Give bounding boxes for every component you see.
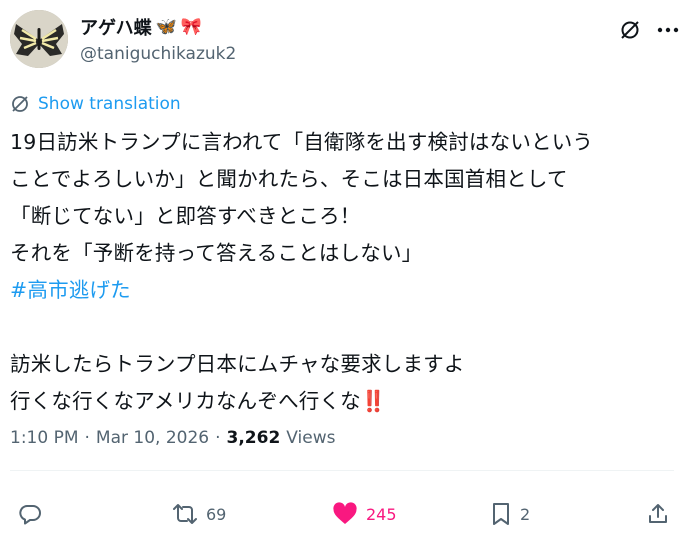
- tweet-hashtag-line: #高市逃げた: [10, 272, 674, 309]
- bookmark-count: 2: [520, 504, 531, 524]
- share-button[interactable]: [646, 494, 670, 534]
- ribbon-emoji: 🎀: [180, 17, 202, 37]
- tweet-line: それを「予断を持って答えることはしない」: [10, 241, 423, 265]
- meta-separator: ·: [84, 428, 90, 448]
- divider: [10, 470, 674, 471]
- avatar[interactable]: [10, 10, 68, 68]
- bookmark-icon: [493, 503, 509, 525]
- retweet-icon: [173, 504, 197, 524]
- user-handle[interactable]: @taniguchikazuk2: [80, 44, 236, 64]
- name-row: アゲハ蝶 🦋 🎀: [80, 14, 202, 40]
- like-count: 245: [366, 504, 397, 524]
- more-options-button[interactable]: [654, 16, 682, 44]
- hashtag-link[interactable]: #高市逃げた: [10, 278, 131, 302]
- post-time[interactable]: 1:10 PM: [10, 428, 79, 448]
- double-exclamation-emoji: ‼️: [360, 389, 387, 413]
- tweet-meta: 1:10 PM · Mar 10, 2026 · 3,262 Views: [10, 428, 335, 448]
- views-label: Views: [286, 428, 336, 448]
- bookmark-button[interactable]: 2: [490, 494, 530, 534]
- tweet-line: 「断じてない」と即答すべきところ！: [10, 204, 361, 228]
- tweet-line-text: 行くな行くなアメリカなんぞへ行くな: [10, 389, 361, 413]
- tweet-text: 19日訪米トランプに言われて「自衛隊を出す検討はないという ことでよろしいか」と…: [10, 124, 674, 420]
- retweet-count: 69: [206, 504, 227, 524]
- tweet-last-line: 行くな行くなアメリカなんぞへ行くな‼️: [10, 383, 674, 420]
- tweet-line: 訪米したらトランプ日本にムチャな要求しますよ: [10, 352, 465, 376]
- like-button[interactable]: 245: [332, 494, 397, 534]
- retweet-button[interactable]: 69: [172, 494, 226, 534]
- more-dots-icon: [657, 27, 679, 33]
- action-bar: 69 245 2: [0, 494, 684, 534]
- tweet-line: ことでよろしいか」と聞かれたら、そこは日本国首相として: [10, 167, 568, 191]
- display-name[interactable]: アゲハ蝶: [80, 14, 152, 40]
- views-count: 3,262: [226, 428, 281, 448]
- grok-icon: [621, 21, 639, 39]
- grok-button[interactable]: [616, 16, 644, 44]
- butterfly-emoji: 🦋: [155, 17, 177, 37]
- reply-button[interactable]: [18, 494, 50, 534]
- share-icon: [649, 504, 667, 523]
- tweet-line: 19日訪米トランプに言われて「自衛隊を出す検討はないという: [10, 130, 594, 154]
- butterfly-avatar-image: [10, 10, 68, 68]
- heart-icon: [333, 502, 357, 524]
- tweet-header: アゲハ蝶 🦋 🎀 @taniguchikazuk2: [8, 8, 679, 72]
- translate-icon: [12, 96, 28, 112]
- meta-separator: ·: [215, 428, 221, 448]
- post-date[interactable]: Mar 10, 2026: [96, 428, 209, 448]
- show-translation-link[interactable]: Show translation: [10, 94, 181, 114]
- show-translation-label: Show translation: [38, 94, 181, 114]
- reply-icon: [19, 505, 41, 525]
